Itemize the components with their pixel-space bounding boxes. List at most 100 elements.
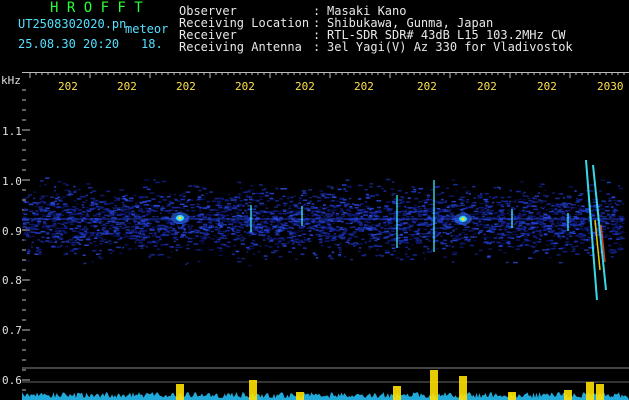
noise-speck xyxy=(521,222,526,224)
noise-speck xyxy=(617,200,622,202)
noise-speck xyxy=(40,230,46,233)
noise-speck xyxy=(237,196,241,198)
noise-speck xyxy=(187,225,191,228)
noise-speck xyxy=(417,215,423,217)
noise-speck xyxy=(145,200,149,202)
noise-speck xyxy=(468,230,474,232)
noise-speck xyxy=(472,233,477,235)
noise-speck xyxy=(231,220,235,222)
noise-speck xyxy=(182,195,186,198)
noise-speck xyxy=(117,208,121,211)
noise-speck xyxy=(227,226,231,229)
noise-speck xyxy=(391,181,395,183)
noise-speck xyxy=(411,216,414,218)
noise-speck xyxy=(352,230,356,233)
noise-speck xyxy=(602,216,607,218)
noise-speck xyxy=(85,199,88,202)
noise-speck xyxy=(378,211,382,213)
noise-speck xyxy=(553,235,556,237)
noise-speck xyxy=(385,228,389,230)
noise-speck xyxy=(591,212,595,215)
noise-speck xyxy=(204,196,207,198)
noise-speck xyxy=(259,211,264,213)
noise-speck xyxy=(439,219,444,221)
noise-speck xyxy=(315,210,318,212)
noise-speck xyxy=(366,194,370,197)
noise-speck xyxy=(312,195,316,198)
noise-speck xyxy=(142,230,148,232)
noise-speck xyxy=(462,229,468,231)
noise-speck xyxy=(367,216,372,218)
noise-speck xyxy=(369,215,373,217)
noise-speck xyxy=(31,220,34,222)
noise-speck xyxy=(250,185,254,187)
noise-speck xyxy=(210,230,214,233)
noise-speck xyxy=(421,233,427,235)
noise-speck xyxy=(142,232,145,235)
noise-speck xyxy=(39,251,42,253)
noise-speck xyxy=(373,245,379,247)
noise-speck xyxy=(39,210,43,213)
noise-speck xyxy=(202,216,207,218)
noise-speck xyxy=(226,220,229,223)
noise-speck xyxy=(339,226,343,229)
noise-speck xyxy=(109,211,114,213)
noise-speck xyxy=(326,222,330,224)
noise-speck xyxy=(41,214,46,216)
noise-speck xyxy=(445,224,451,226)
noise-speck xyxy=(543,189,547,191)
noise-speck xyxy=(227,205,230,207)
noise-speck xyxy=(326,197,331,199)
noise-speck xyxy=(144,207,149,210)
noise-speck xyxy=(480,193,483,195)
noise-speck xyxy=(499,188,502,190)
noise-speck xyxy=(282,245,287,247)
noise-speck xyxy=(197,260,201,263)
noise-speck xyxy=(374,239,378,242)
noise-speck xyxy=(191,225,194,227)
noise-speck xyxy=(315,257,319,259)
noise-speck xyxy=(201,194,204,196)
noise-speck xyxy=(360,203,364,205)
noise-speck xyxy=(473,197,476,199)
noise-speck xyxy=(376,248,379,251)
noise-speck xyxy=(427,236,430,238)
noise-speck xyxy=(266,215,270,218)
noise-speck xyxy=(161,180,167,183)
noise-speck xyxy=(235,231,241,233)
noise-speck xyxy=(252,192,256,195)
noise-speck xyxy=(572,222,578,225)
noise-speck xyxy=(69,216,75,218)
noise-speck xyxy=(451,246,455,248)
noise-speck xyxy=(346,239,350,241)
noise-speck xyxy=(459,243,463,246)
noise-speck xyxy=(87,186,93,189)
noise-speck xyxy=(473,239,476,242)
noise-speck xyxy=(514,199,519,201)
noise-speck xyxy=(208,216,211,219)
noise-speck xyxy=(265,227,271,229)
noise-speck xyxy=(247,189,251,191)
noise-speck xyxy=(266,200,270,202)
noise-speck xyxy=(332,211,335,214)
noise-speck xyxy=(227,241,231,243)
noise-speck xyxy=(460,211,465,214)
noise-speck xyxy=(241,257,246,260)
noise-speck xyxy=(310,227,315,230)
noise-speck xyxy=(60,200,64,202)
noise-speck xyxy=(161,234,166,236)
noise-speck xyxy=(36,250,40,252)
noise-speck xyxy=(276,246,280,248)
signal-spike xyxy=(176,384,184,400)
noise-speck xyxy=(285,227,290,229)
noise-speck xyxy=(215,204,220,206)
noise-speck xyxy=(133,216,138,219)
noise-speck xyxy=(43,209,48,211)
noise-speck xyxy=(59,237,62,239)
noise-speck xyxy=(282,209,287,211)
noise-speck xyxy=(162,231,165,233)
noise-speck xyxy=(293,220,299,223)
noise-speck xyxy=(490,231,495,233)
noise-speck xyxy=(526,210,531,213)
noise-speck xyxy=(111,221,116,223)
